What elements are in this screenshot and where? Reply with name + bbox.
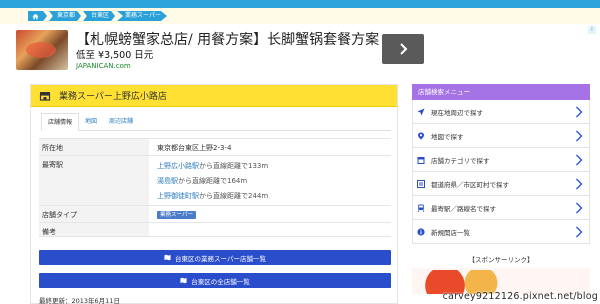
ad-next-button[interactable] — [382, 34, 424, 64]
sidebar-item-map[interactable]: 地図で探す — [412, 124, 590, 148]
chevron-right-icon — [576, 178, 583, 190]
station-distance: から直線距離で244m — [199, 192, 269, 200]
station-link[interactable]: 湯島駅 — [157, 177, 178, 185]
sidebar-item-label: 店舗カテゴリで探す — [431, 156, 490, 165]
breadcrumb: 東京都 台東区 業務スーパー — [28, 11, 169, 21]
sponsor-heading: 【スポンサーリンク】 — [468, 256, 534, 264]
taito-all-list-button[interactable]: 台東区の全店舗一覧 — [39, 273, 391, 288]
ad-domain[interactable]: JAPANICAN.com — [76, 62, 131, 70]
chevron-right-icon — [400, 43, 408, 55]
store-type-value: 業務スーパー — [149, 206, 391, 222]
store-header: 業務スーパー上野広小路店 — [31, 85, 397, 107]
sidebar: 店舗検索メニュー 現在地周辺で探す 地図で探す 店舗カテゴリで探す 都道府県／市… — [412, 84, 590, 304]
store-info-table: 所在地 東京都台東区上野2-3-4 最寄駅 上野広小路駅から直線距離で133m … — [39, 138, 391, 237]
watermark: carvey9212126.pixnet.net/blog — [442, 291, 598, 302]
store-panel: 業務スーパー上野広小路店 店舗情報 地図 周辺店舗 所在地 東京都台東区上野2-… — [30, 84, 398, 304]
ad-price: 低至 ¥3,500 日元 — [76, 50, 154, 61]
home-icon — [32, 13, 39, 19]
sidebar-item-category[interactable]: 店舗カテゴリで探す — [412, 148, 590, 172]
info-icon — [417, 227, 425, 236]
tab-store-info[interactable]: 店舗情報 — [41, 113, 80, 131]
station-label: 最寄駅 — [39, 156, 149, 205]
adchoices-icon[interactable]: i — [588, 26, 596, 34]
chevron-right-icon — [576, 130, 583, 142]
station-distance: から直線距離で133m — [199, 162, 269, 170]
note-value — [149, 223, 391, 236]
store-type-label: 店舗タイプ — [39, 206, 149, 222]
station-item: 上野広小路駅から直線距離で133m — [157, 159, 391, 174]
store-title: 業務スーパー上野広小路店 — [59, 92, 167, 102]
address-label: 所在地 — [39, 139, 149, 155]
station-list: 上野広小路駅から直線距離で133m 湯島駅から直線距離で164m 上野御徒町駅か… — [149, 156, 391, 205]
sidebar-item-prefecture[interactable]: 都道府県／市区町村で探す — [412, 172, 590, 196]
sidebar-item-nearby[interactable]: 現在地周辺で探す — [412, 100, 590, 124]
breadcrumb-bar: 東京都 台東区 業務スーパー — [0, 0, 600, 24]
note-label: 備考 — [39, 223, 149, 236]
address-value: 東京都台東区上野2-3-4 — [149, 139, 391, 155]
sidebar-item-label: 最寄駅／路線名で探す — [431, 204, 496, 213]
store-icon — [39, 91, 51, 101]
breadcrumb-item-gyomu[interactable]: 業務スーパー — [117, 11, 167, 21]
station-link[interactable]: 上野御徒町駅 — [157, 192, 199, 200]
table-row: 店舗タイプ 業務スーパー — [39, 205, 391, 222]
table-row: 所在地 東京都台東区上野2-3-4 — [39, 138, 391, 155]
station-link[interactable]: 上野広小路駅 — [157, 162, 199, 170]
sidebar-item-label: 新規開店一覧 — [431, 228, 470, 237]
sidebar-item-station[interactable]: 最寄駅／路線名で探す — [412, 196, 590, 220]
station-distance: から直線距離で164m — [178, 177, 248, 185]
store-tabs: 店舗情報 地図 周辺店舗 — [41, 113, 391, 131]
table-row: 備考 — [39, 222, 391, 237]
map-icon — [180, 277, 187, 284]
ad-title[interactable]: 【札幌螃蟹家总店/ 用餐方案】长脚蟹锅套餐方案 — [76, 29, 379, 49]
tab-nearby-stores[interactable]: 周辺店舗 — [103, 113, 139, 130]
station-item: 湯島駅から直線距離で164m — [157, 174, 391, 189]
tab-map[interactable]: 地図 — [79, 113, 103, 130]
sidebar-header: 店舗検索メニュー — [412, 84, 590, 100]
chevron-right-icon — [576, 226, 583, 238]
store-type-badge[interactable]: 業務スーパー — [157, 211, 196, 219]
taito-gyomu-list-label: 台東区の業務スーパー店舗一覧 — [175, 254, 266, 263]
chevron-right-icon — [576, 106, 583, 118]
last-updated: 最終更新：2013年6月11日 — [39, 297, 120, 304]
store-icon — [417, 156, 425, 164]
table-row: 最寄駅 上野広小路駅から直線距離で133m 湯島駅から直線距離で164m 上野御… — [39, 155, 391, 205]
chevron-right-icon — [576, 202, 583, 214]
station-item: 上野御徒町駅から直線距離で244m — [157, 189, 391, 204]
chevron-right-icon — [576, 154, 583, 166]
taito-all-list-label: 台東区の全店舗一覧 — [191, 277, 250, 286]
breadcrumb-item-taito[interactable]: 台東区 — [83, 11, 116, 21]
breadcrumb-item-tokyo[interactable]: 東京都 — [49, 11, 82, 21]
sidebar-item-label: 現在地周辺で探す — [431, 108, 483, 117]
list-icon — [417, 179, 425, 188]
sidebar-item-new-stores[interactable]: 新規開店一覧 — [412, 220, 590, 244]
taito-gyomu-list-button[interactable]: 台東区の業務スーパー店舗一覧 — [39, 250, 391, 265]
map-icon — [164, 254, 171, 261]
map-pin-icon — [417, 132, 425, 140]
location-arrow-icon — [417, 108, 425, 116]
sidebar-item-label: 地図で探す — [431, 132, 464, 141]
breadcrumb-home[interactable] — [28, 11, 47, 21]
ad-banner[interactable]: 【札幌螃蟹家总店/ 用餐方案】长脚蟹锅套餐方案 低至 ¥3,500 日元 JAP… — [0, 24, 600, 76]
ad-image[interactable] — [16, 30, 68, 70]
sidebar-item-label: 都道府県／市区町村で探す — [431, 180, 509, 189]
train-icon — [417, 204, 425, 212]
